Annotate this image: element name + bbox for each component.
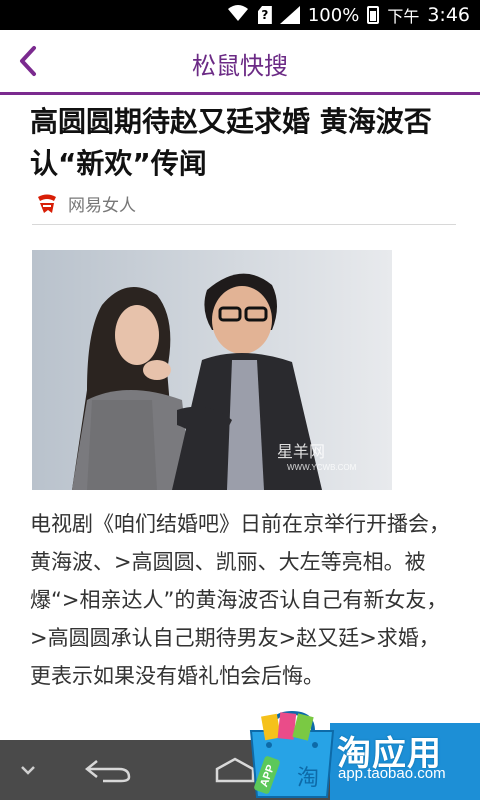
battery-percent: 100%	[307, 4, 360, 26]
nav-back-button[interactable]	[80, 750, 135, 790]
wifi-icon	[226, 3, 250, 28]
chevron-down-icon	[21, 766, 35, 775]
nav-back-icon	[84, 760, 130, 783]
hide-keyboard-button[interactable]	[10, 750, 46, 790]
article-body: 电视剧《咱们结婚吧》日前在京举行开播会，黄海波、>高圆圆、凯丽、大左等亮相。被爆…	[30, 512, 450, 688]
sim-icon: ?	[257, 6, 272, 24]
netease-logo-icon	[34, 190, 60, 216]
divider	[32, 224, 456, 225]
app-bar: 松鼠快搜	[0, 30, 480, 95]
ad-url: app.taobao.com	[338, 765, 446, 782]
article-content[interactable]: 高圆圆期待赵又廷求婚 黄海波否认“新欢”传闻 网易女人 星羊网 WWW.YCWB…	[0, 95, 480, 740]
status-icons: ? 100% 下午 3:46	[226, 0, 470, 30]
source-name: 网易女人	[68, 195, 136, 216]
photo-watermark-url: WWW.YCWB.COM	[287, 463, 357, 472]
taobao-mark: 淘	[297, 766, 319, 791]
photo-watermark: 星羊网	[277, 443, 325, 461]
article-headline: 高圆圆期待赵又廷求婚 黄海波否认“新欢”传闻	[30, 105, 432, 180]
status-bar: ? 100% 下午 3:46	[0, 0, 480, 30]
article-photo[interactable]: 星羊网 WWW.YCWB.COM	[32, 250, 392, 490]
article-source: 网易女人	[34, 190, 136, 216]
battery-icon	[367, 6, 380, 24]
signal-icon	[279, 6, 300, 24]
app-title: 松鼠快搜	[192, 52, 288, 80]
clock: 3:46	[427, 4, 470, 26]
time-ampm: 下午	[387, 7, 420, 26]
